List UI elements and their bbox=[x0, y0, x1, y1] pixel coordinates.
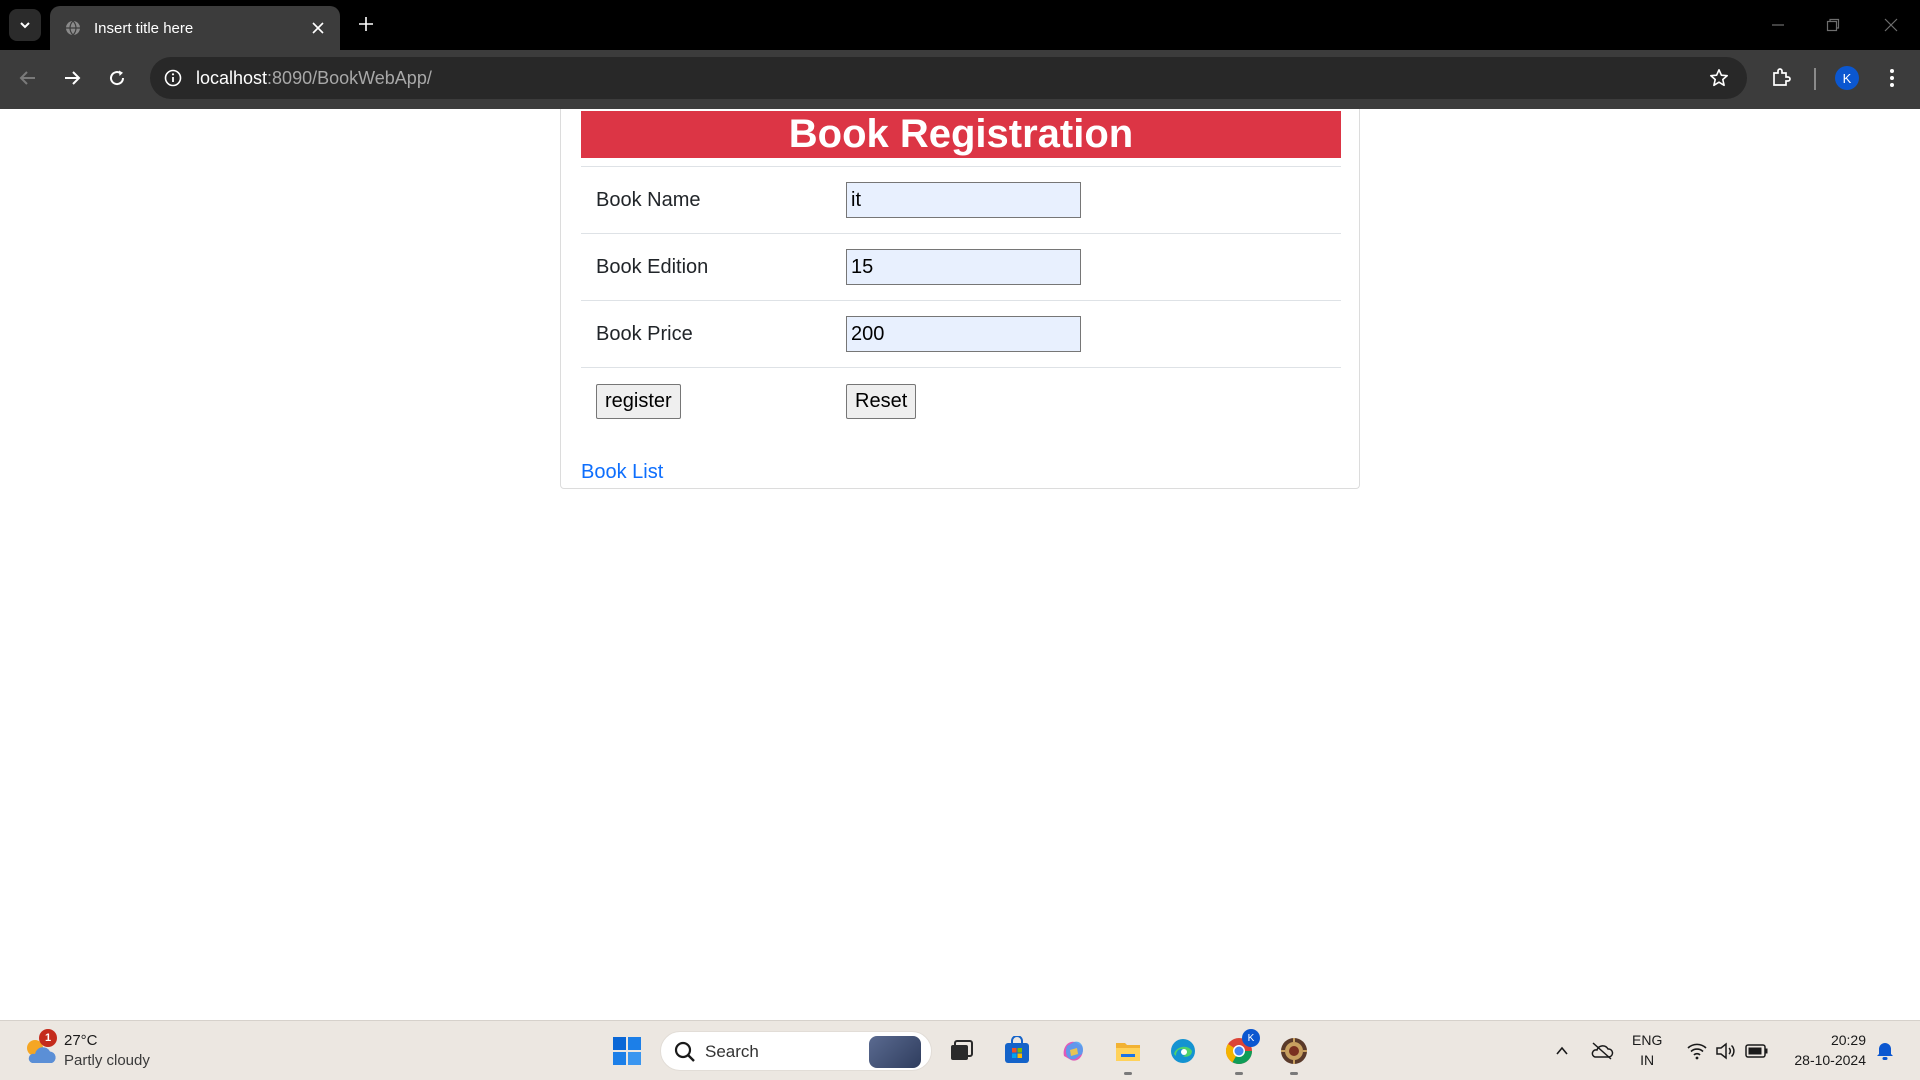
more-menu-icon[interactable] bbox=[1876, 62, 1908, 94]
minimize-icon[interactable] bbox=[1761, 8, 1795, 42]
form-row-book-edition: Book Edition bbox=[581, 233, 1341, 301]
registration-card: Book Registration Book Name Book Edition… bbox=[560, 109, 1360, 489]
volume-icon[interactable] bbox=[1712, 1035, 1740, 1067]
app-emblem-icon[interactable] bbox=[1276, 1033, 1312, 1069]
browser-tabbar: Insert title here bbox=[0, 0, 1920, 50]
book-name-cell bbox=[846, 166, 1341, 234]
book-edition-label: Book Edition bbox=[581, 233, 846, 301]
chrome-browser-icon[interactable]: K bbox=[1221, 1029, 1260, 1069]
file-explorer-icon[interactable] bbox=[1110, 1033, 1146, 1069]
globe-icon bbox=[64, 19, 82, 37]
tab-title: Insert title here bbox=[94, 19, 194, 37]
page-title: Book Registration bbox=[581, 111, 1341, 158]
reset-cell: Reset bbox=[846, 367, 1341, 436]
book-price-input[interactable] bbox=[846, 316, 1081, 352]
wifi-icon[interactable] bbox=[1683, 1035, 1711, 1067]
address-bar[interactable]: localhost:8090/BookWebApp/ bbox=[150, 57, 1747, 99]
bookmark-star-icon[interactable] bbox=[1707, 66, 1731, 90]
region-code: IN bbox=[1640, 1052, 1655, 1068]
url-host: localhost bbox=[196, 67, 268, 88]
windows-start-icon[interactable] bbox=[609, 1033, 645, 1069]
form-row-buttons: register Reset bbox=[581, 367, 1341, 436]
running-indicator bbox=[1124, 1072, 1132, 1075]
tab-search-chevron-icon[interactable] bbox=[9, 9, 41, 41]
register-cell: register bbox=[581, 367, 846, 436]
chrome-profile-badge: K bbox=[1242, 1029, 1260, 1047]
weather-notification-badge: 1 bbox=[39, 1029, 57, 1047]
site-info-icon[interactable] bbox=[162, 67, 184, 89]
search-icon bbox=[674, 1041, 695, 1062]
reset-button[interactable]: Reset bbox=[846, 384, 917, 420]
book-list-link[interactable]: Book List bbox=[581, 461, 663, 484]
book-name-input[interactable] bbox=[846, 182, 1081, 218]
language-code: ENG bbox=[1632, 1032, 1663, 1048]
running-indicator bbox=[1235, 1072, 1243, 1075]
battery-icon[interactable] bbox=[1743, 1035, 1771, 1067]
edge-browser-icon[interactable] bbox=[1165, 1033, 1201, 1069]
extensions-puzzle-icon[interactable] bbox=[1765, 62, 1797, 94]
form-row-book-price: Book Price bbox=[581, 300, 1341, 368]
browser-toolbar: localhost:8090/BookWebApp/ bbox=[0, 50, 1920, 109]
book-edition-input[interactable] bbox=[846, 249, 1081, 285]
task-view-icon[interactable] bbox=[943, 1033, 979, 1069]
registration-form: Book Name Book Edition Book Price regist… bbox=[581, 166, 1341, 436]
copilot-icon[interactable] bbox=[1055, 1033, 1091, 1069]
url-path: :8090/BookWebApp/ bbox=[267, 67, 432, 88]
browser-tab[interactable]: Insert title here bbox=[50, 6, 340, 50]
search-highlight-image bbox=[869, 1036, 921, 1068]
toolbar-divider bbox=[1814, 68, 1816, 90]
form-row-book-name: Book Name bbox=[581, 166, 1341, 234]
onedrive-offline-icon[interactable] bbox=[1588, 1035, 1616, 1067]
search-label: Search bbox=[705, 1042, 759, 1061]
taskbar-search-box[interactable]: Search bbox=[660, 1031, 932, 1071]
restore-icon[interactable] bbox=[1816, 8, 1850, 42]
close-tab-icon[interactable] bbox=[306, 16, 330, 40]
new-tab-plus-icon[interactable] bbox=[352, 10, 380, 38]
url-text: localhost:8090/BookWebApp/ bbox=[196, 68, 432, 89]
show-hidden-icons-chevron-icon[interactable] bbox=[1548, 1035, 1576, 1067]
microsoft-store-icon[interactable] bbox=[999, 1033, 1035, 1069]
book-price-label: Book Price bbox=[581, 300, 846, 368]
book-price-cell bbox=[846, 300, 1341, 368]
clock-time: 20:29 bbox=[1830, 1032, 1866, 1048]
notification-bell-icon[interactable] bbox=[1871, 1035, 1899, 1067]
forward-arrow-icon[interactable] bbox=[56, 62, 88, 94]
book-name-label: Book Name bbox=[581, 166, 846, 234]
clock-date: 28-10-2024 bbox=[1794, 1052, 1866, 1068]
input-language-indicator[interactable]: ENG IN bbox=[1632, 1030, 1662, 1070]
windows-taskbar: 1 27°C Partly cloudy Search K ENG IN 20:… bbox=[0, 1020, 1920, 1080]
book-edition-cell bbox=[846, 233, 1341, 301]
weather-widget[interactable]: 1 27°C Partly cloudy bbox=[22, 1029, 182, 1073]
weather-description: Partly cloudy bbox=[64, 1052, 150, 1069]
running-indicator bbox=[1290, 1072, 1298, 1075]
profile-avatar[interactable]: K bbox=[1835, 66, 1859, 90]
reload-icon[interactable] bbox=[101, 62, 133, 94]
close-window-icon[interactable] bbox=[1874, 8, 1908, 42]
register-button[interactable]: register bbox=[596, 384, 681, 420]
weather-temperature: 27°C bbox=[64, 1032, 98, 1049]
system-clock[interactable]: 20:29 28-10-2024 bbox=[1786, 1030, 1866, 1070]
web-page: Book Registration Book Name Book Edition… bbox=[0, 109, 1920, 1020]
back-arrow-icon[interactable] bbox=[12, 62, 44, 94]
